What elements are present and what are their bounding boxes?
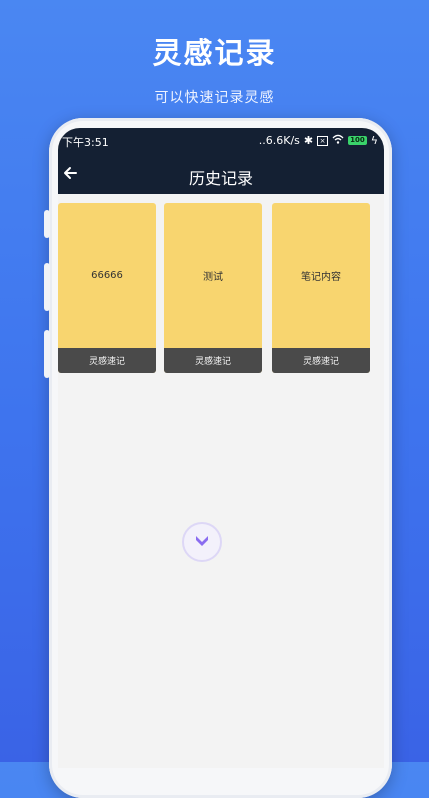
notes-list: 66666 灵感速记 测试 灵感速记 笔记内容 灵感速记 [58, 203, 384, 373]
note-content: 66666 [91, 270, 123, 281]
note-card[interactable]: 笔记内容 灵感速记 [272, 203, 370, 373]
bluetooth-icon: ✱ [303, 134, 314, 147]
app-topbar: 下午3:51 ..6.6K/s ✱ × 100 ϟ 历史记录 [58, 128, 384, 194]
charging-icon: ϟ [370, 134, 378, 147]
fab-button[interactable] [182, 522, 222, 562]
promo-title: 灵感记录 [152, 36, 277, 70]
page-title: 历史记录 [188, 169, 253, 188]
sim-icon: × [317, 135, 329, 146]
note-card[interactable]: 测试 灵感速记 [164, 203, 262, 373]
battery-icon: 100 [348, 136, 367, 145]
app-screen: 下午3:51 ..6.6K/s ✱ × 100 ϟ 历史记录 66666 灵感速… [58, 128, 384, 768]
status-icons: ..6.6K/s ✱ × 100 ϟ [259, 134, 378, 147]
note-footer: 灵感速记 [58, 348, 156, 373]
note-footer: 灵感速记 [164, 348, 262, 373]
status-time: 下午3:51 [62, 136, 109, 149]
phone-side-button [44, 330, 50, 378]
chevron-down-icon [193, 531, 211, 553]
note-content: 笔记内容 [301, 272, 341, 283]
note-card[interactable]: 66666 灵感速记 [58, 203, 156, 373]
promo-subtitle: 可以快速记录灵感 [154, 90, 275, 106]
phone-side-button [44, 263, 50, 311]
wifi-icon [332, 134, 344, 147]
phone-side-button [44, 210, 50, 238]
network-speed: ..6.6K/s [258, 134, 300, 147]
note-content: 测试 [203, 272, 223, 283]
note-footer: 灵感速记 [272, 348, 370, 373]
